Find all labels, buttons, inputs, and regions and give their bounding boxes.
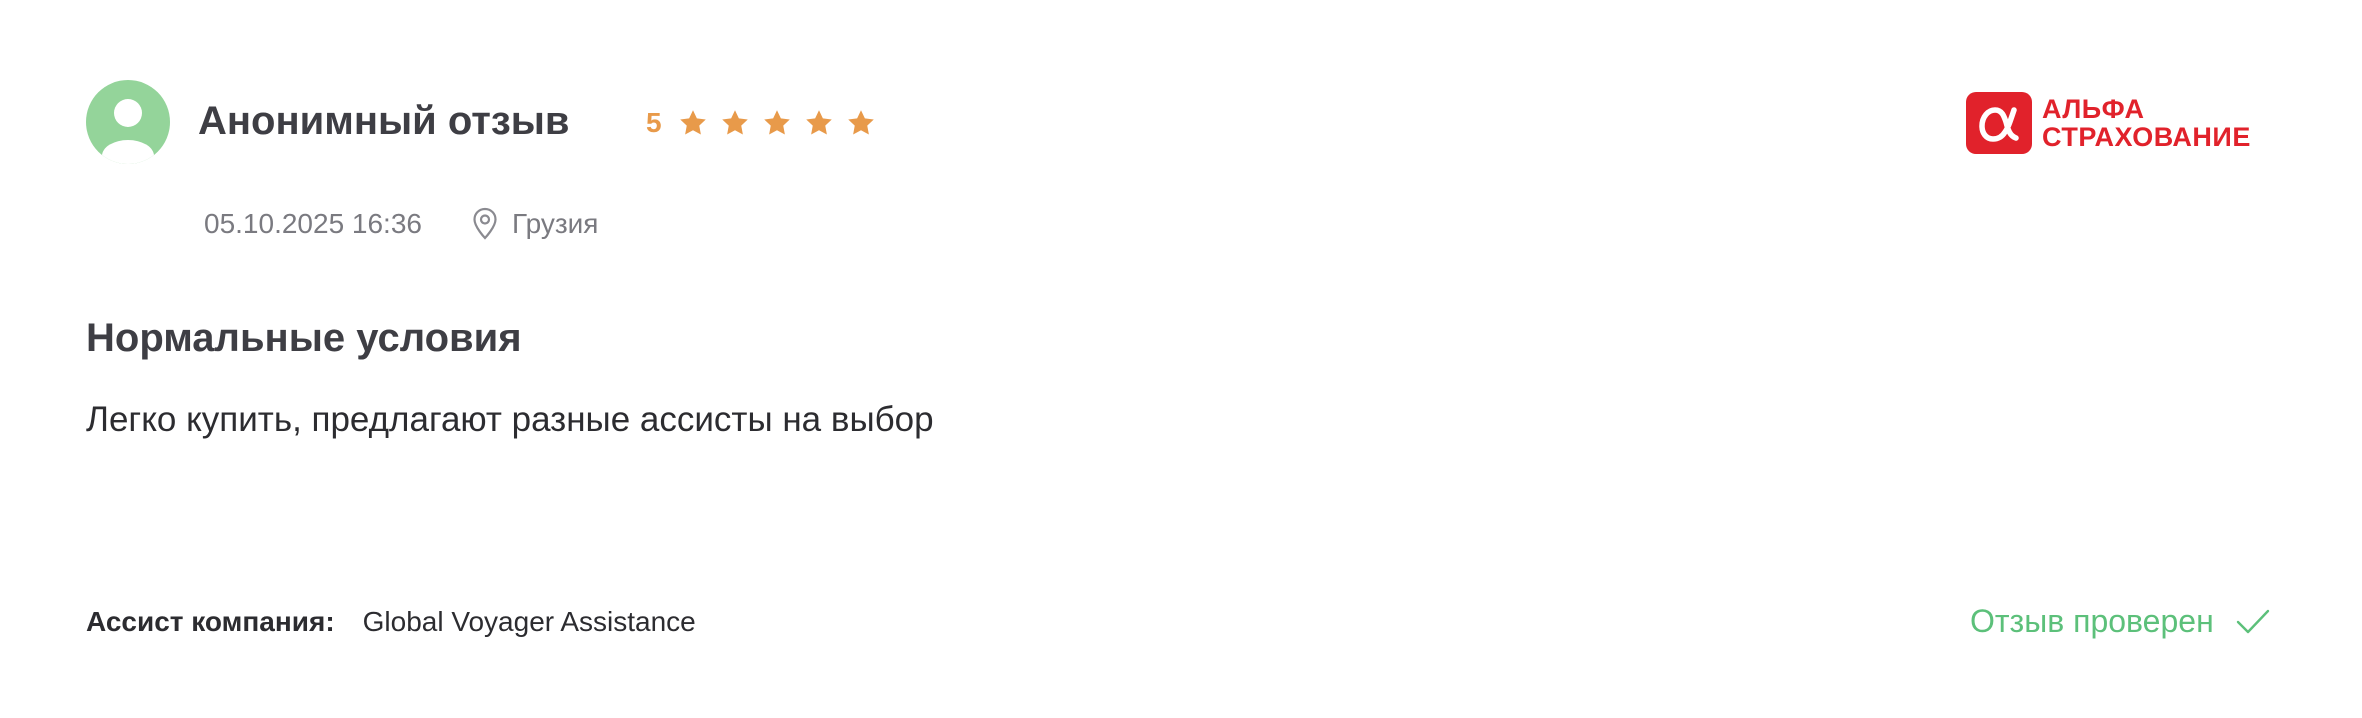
avatar xyxy=(86,80,170,164)
review-location: Грузия xyxy=(511,208,599,239)
checkmark-icon xyxy=(2236,608,2270,636)
star-icon xyxy=(846,108,876,138)
company-logo[interactable]: АЛЬФА СТРАХОВАНИЕ xyxy=(1966,92,2251,154)
user-icon xyxy=(102,99,154,164)
review-date: 05.10.2025 16:36 xyxy=(204,208,422,239)
rating-stars xyxy=(678,108,876,138)
review-title: Нормальные условия xyxy=(86,316,522,360)
assist-company-value: Global Voyager Assistance xyxy=(362,606,696,637)
logo-text: АЛЬФА СТРАХОВАНИЕ xyxy=(2042,95,2251,151)
star-icon xyxy=(678,108,708,138)
logo-text-line2: СТРАХОВАНИЕ xyxy=(2042,122,2251,152)
star-icon xyxy=(762,108,792,138)
location-pin-icon xyxy=(472,207,498,241)
logo-text-line1: АЛЬФА xyxy=(2042,94,2145,124)
rating-value: 5 xyxy=(646,107,662,138)
author-name: Анонимный отзыв xyxy=(198,99,570,143)
star-icon xyxy=(804,108,834,138)
star-icon xyxy=(720,108,750,138)
assist-company: Ассист компания: Global Voyager Assistan… xyxy=(86,606,696,638)
alpha-logo-icon xyxy=(1966,92,2032,154)
rating: 5 xyxy=(646,103,876,143)
review-card: Анонимный отзыв 5 АЛЬФА СТРАХОВАНИЕ 05.1… xyxy=(0,0,2362,718)
review-text: Легко купить, предлагают разные ассисты … xyxy=(86,400,934,439)
assist-company-label: Ассист компания: xyxy=(86,606,335,637)
verified-badge: Отзыв проверен xyxy=(1970,603,2270,640)
review-meta: 05.10.2025 16:36 Грузия xyxy=(204,204,598,244)
verified-label: Отзыв проверен xyxy=(1970,603,2214,639)
